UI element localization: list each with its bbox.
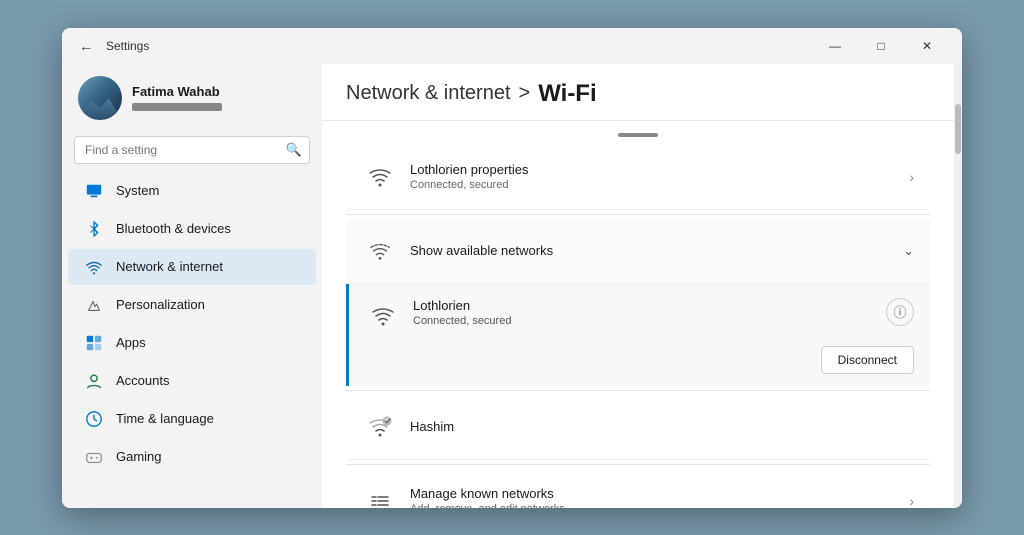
avatar xyxy=(78,76,122,120)
lothlorien-network-info: Lothlorien Connected, secured xyxy=(413,298,886,327)
sidebar-label-network: Network & internet xyxy=(116,259,223,274)
sidebar-item-time[interactable]: Time & language xyxy=(68,401,316,437)
show-available-chevron: ⌄ xyxy=(903,243,914,259)
scrollbar-thumb[interactable] xyxy=(955,104,961,154)
network-icon xyxy=(84,257,104,277)
search-input[interactable] xyxy=(74,136,310,164)
close-button[interactable]: ✕ xyxy=(904,28,950,64)
manage-networks-chevron: › xyxy=(909,493,914,508)
network-actions: ⓘ xyxy=(886,298,914,326)
hashim-network-name: Hashim xyxy=(410,419,914,434)
lothlorien-properties-item[interactable]: Lothlorien properties Connected, secured… xyxy=(346,145,930,210)
sidebar-label-system: System xyxy=(116,183,159,198)
divider-2 xyxy=(346,390,930,391)
search-box: 🔍 xyxy=(74,136,310,164)
sidebar-label-apps: Apps xyxy=(116,335,146,350)
lothlorien-properties-chevron: › xyxy=(909,169,914,185)
back-button[interactable]: ← xyxy=(74,34,98,58)
hashim-wifi-icon xyxy=(362,409,398,445)
breadcrumb-parent: Network & internet xyxy=(346,82,511,105)
window-title: Settings xyxy=(106,39,812,53)
scroll-indicator-area xyxy=(322,121,954,143)
accounts-icon xyxy=(84,371,104,391)
minimize-button[interactable]: — xyxy=(812,28,858,64)
titlebar: ← Settings — □ ✕ xyxy=(62,28,962,64)
content-section: Lothlorien properties Connected, secured… xyxy=(322,143,954,508)
lothlorien-network-name: Lothlorien xyxy=(413,298,886,313)
avatar-image xyxy=(78,93,122,119)
divider-3 xyxy=(346,464,930,465)
manage-networks-icon xyxy=(362,483,398,508)
lothlorien-properties-text: Lothlorien properties Connected, secured xyxy=(410,162,909,191)
lothlorien-wifi-icon xyxy=(365,298,401,334)
show-available-label: Show available networks xyxy=(410,243,903,258)
sidebar-item-accounts[interactable]: Accounts xyxy=(68,363,316,399)
sidebar-item-personalization[interactable]: Personalization xyxy=(68,287,316,323)
available-networks-icon xyxy=(362,233,398,269)
settings-window: ← Settings — □ ✕ Fatima Wahab xyxy=(62,28,962,508)
system-icon xyxy=(84,181,104,201)
bluetooth-icon xyxy=(84,219,104,239)
wifi-connected-icon xyxy=(362,159,398,195)
sidebar-label-gaming: Gaming xyxy=(116,449,162,464)
lothlorien-network-status: Connected, secured xyxy=(413,315,886,327)
window-content: Fatima Wahab 🔍 System xyxy=(62,64,962,508)
personalization-icon xyxy=(84,295,104,315)
hashim-network-text: Hashim xyxy=(410,419,914,434)
sidebar-label-bluetooth: Bluetooth & devices xyxy=(116,221,231,236)
gaming-icon xyxy=(84,447,104,467)
sidebar-label-time: Time & language xyxy=(116,411,214,426)
breadcrumb-current: Wi-Fi xyxy=(538,80,596,108)
divider xyxy=(346,214,930,215)
manage-networks-subtitle: Add, remove, and edit networks xyxy=(410,503,909,508)
sidebar-item-gaming[interactable]: Gaming xyxy=(68,439,316,475)
maximize-button[interactable]: □ xyxy=(858,28,904,64)
show-available-networks-section[interactable]: Show available networks ⌄ xyxy=(346,219,930,284)
manage-known-networks-item[interactable]: Manage known networks Add, remove, and e… xyxy=(346,469,930,508)
sidebar-item-bluetooth[interactable]: Bluetooth & devices xyxy=(68,211,316,247)
hashim-network-item[interactable]: Hashim xyxy=(346,395,930,460)
user-section: Fatima Wahab xyxy=(62,64,322,132)
main-wrapper: Network & internet > Wi-Fi xyxy=(322,64,962,508)
network-expanded-section: Lothlorien Connected, secured ⓘ Disconne… xyxy=(346,284,930,386)
disconnect-button[interactable]: Disconnect xyxy=(821,346,914,374)
window-controls: — □ ✕ xyxy=(812,28,950,64)
sidebar: Fatima Wahab 🔍 System xyxy=(62,64,322,508)
search-icon: 🔍 xyxy=(286,142,302,158)
lothlorien-properties-title: Lothlorien properties xyxy=(410,162,909,177)
apps-icon xyxy=(84,333,104,353)
sidebar-label-personalization: Personalization xyxy=(116,297,205,312)
disconnect-row: Disconnect xyxy=(349,342,930,386)
sidebar-label-accounts: Accounts xyxy=(116,373,169,388)
main-content: Network & internet > Wi-Fi xyxy=(322,64,954,508)
sidebar-item-network[interactable]: Network & internet xyxy=(68,249,316,285)
sidebar-item-system[interactable]: System xyxy=(68,173,316,209)
scroll-indicator xyxy=(618,133,658,137)
scrollbar-track[interactable] xyxy=(954,64,962,508)
user-info: Fatima Wahab xyxy=(132,84,222,111)
breadcrumb-sep: > xyxy=(519,82,531,105)
manage-networks-title: Manage known networks xyxy=(410,486,909,501)
info-button[interactable]: ⓘ xyxy=(886,298,914,326)
page-header: Network & internet > Wi-Fi xyxy=(322,64,954,121)
time-icon xyxy=(84,409,104,429)
user-name: Fatima Wahab xyxy=(132,84,222,99)
manage-networks-text: Manage known networks Add, remove, and e… xyxy=(410,486,909,508)
sidebar-item-apps[interactable]: Apps xyxy=(68,325,316,361)
lothlorien-properties-subtitle: Connected, secured xyxy=(410,179,909,191)
lothlorien-network-item: Lothlorien Connected, secured ⓘ xyxy=(349,284,930,342)
user-email xyxy=(132,103,222,111)
